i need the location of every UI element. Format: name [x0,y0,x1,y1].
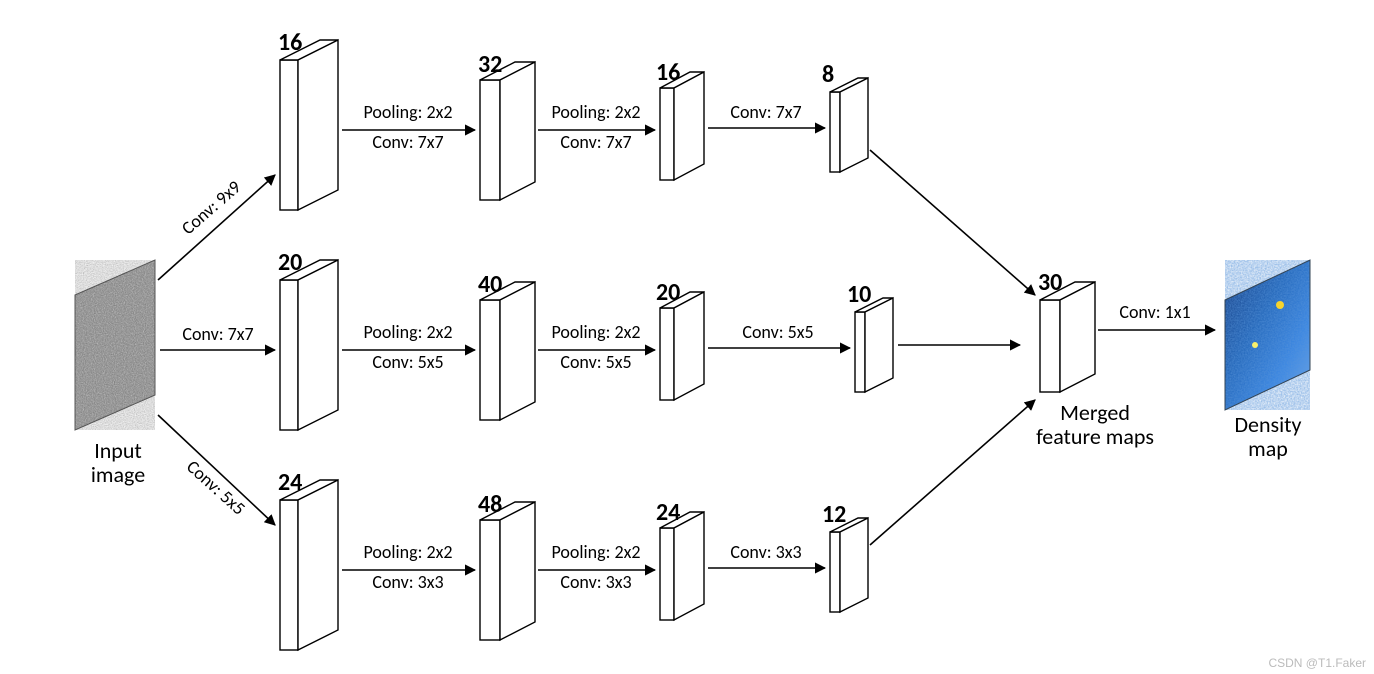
r3-block2 [480,502,535,640]
r1-op23a: Pooling: 2x2 [551,101,640,123]
r2-block4 [855,298,893,392]
r2-block3 [660,292,704,400]
merged-c: 30 [1038,268,1062,297]
r3-block1 [280,480,338,650]
density-l1: Density [1234,411,1301,438]
watermark: CSDN @T1.Faker [1268,656,1366,670]
input-label-1: Input [94,437,142,464]
mcnn-diagram: Input image 16 32 16 8 Conv: 9x9 Pooli [0,0,1374,674]
r3-op12a: Pooling: 2x2 [363,541,452,563]
r1-block3 [660,72,704,180]
r3-c3: 24 [656,498,680,527]
density-map [1225,260,1310,410]
r1-op12b: Conv: 7x7 [372,131,443,153]
r2-c2: 40 [478,270,502,299]
r1-op34: Conv: 7x7 [730,101,801,123]
r2-op34: Conv: 5x5 [742,321,813,343]
r2-c1: 20 [278,248,302,277]
r2-op23b: Conv: 5x5 [560,351,631,373]
r3-block3 [660,512,704,620]
r3-c2: 48 [478,490,502,519]
input-image [75,260,155,430]
r1-c1: 16 [278,28,302,57]
r3-op12b: Conv: 3x3 [372,571,443,593]
r1-op23b: Conv: 7x7 [560,131,631,153]
r2-block2 [480,282,535,420]
r3-op23a: Pooling: 2x2 [551,541,640,563]
merged-l1: Merged [1060,399,1130,426]
r2-op23a: Pooling: 2x2 [551,321,640,343]
input-label-2: image [91,461,145,488]
r1-op-in: Conv: 9x9 [177,176,245,239]
r1-c2: 32 [478,50,502,79]
r2-op-in: Conv: 7x7 [182,323,253,345]
r3-c4: 12 [822,500,846,529]
r2-block1 [280,260,338,430]
r1-c3: 16 [656,58,680,87]
r2-op12b: Conv: 5x5 [372,351,443,373]
r3-op34: Conv: 3x3 [730,541,801,563]
r1-c4: 8 [822,60,834,89]
r3-op23b: Conv: 3x3 [560,571,631,593]
final-op: Conv: 1x1 [1119,301,1190,323]
merged-block [1040,282,1095,392]
density-l2: map [1248,435,1288,462]
r1-block4 [830,78,868,172]
r3-block4 [830,518,868,612]
r1-block2 [480,62,535,200]
r2-c4: 10 [847,280,871,309]
r2-c3: 20 [656,278,680,307]
r3-c1: 24 [278,468,302,497]
merged-l2: feature maps [1036,423,1154,450]
r1-op12a: Pooling: 2x2 [363,101,452,123]
r2-op12a: Pooling: 2x2 [363,321,452,343]
r3-op-in: Conv: 5x5 [182,456,250,520]
r1-block1 [280,40,338,210]
